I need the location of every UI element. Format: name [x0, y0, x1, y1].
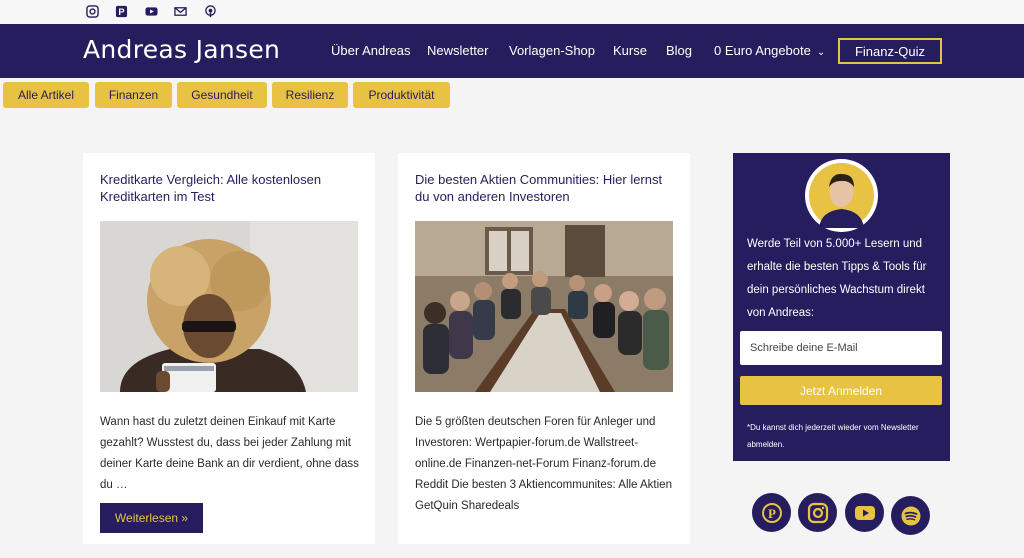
- subscribe-button[interactable]: Jetzt Anmelden: [740, 376, 942, 405]
- email-field[interactable]: Schreibe deine E-Mail: [740, 331, 942, 365]
- pinterest-icon[interactable]: P: [114, 4, 128, 18]
- instagram-icon[interactable]: [798, 493, 837, 532]
- youtube-icon[interactable]: [845, 493, 884, 532]
- spotify-icon[interactable]: [891, 496, 930, 535]
- podcast-icon[interactable]: [203, 4, 217, 18]
- site-header: Andreas Jansen Über Andreas Newsletter V…: [0, 24, 1024, 78]
- post-image[interactable]: [100, 221, 358, 392]
- finanz-quiz-button[interactable]: Finanz-Quiz: [838, 38, 942, 64]
- post-title[interactable]: Kreditkarte Vergleich: Alle kostenlosen …: [100, 171, 362, 205]
- newsletter-widget: Werde Teil von 5.000+ Lesern und erhalte…: [733, 153, 950, 461]
- newsletter-pitch: Werde Teil von 5.000+ Lesern und erhalte…: [747, 238, 927, 319]
- chevron-down-icon: ⌄: [816, 47, 826, 58]
- instagram-icon[interactable]: [85, 4, 99, 18]
- post-card: Kreditkarte Vergleich: Alle kostenlosen …: [83, 153, 375, 544]
- category-resilience-button[interactable]: Resilienz: [272, 82, 348, 108]
- nav-item-newsletter[interactable]: Newsletter: [427, 43, 488, 58]
- nav-item-offers[interactable]: 0 Euro Angebote ⌄: [714, 43, 825, 58]
- category-productivity-button[interactable]: Produktivität: [353, 82, 450, 108]
- post-excerpt: Die 5 größten deutschen Foren für Anlege…: [415, 416, 672, 512]
- nav-item-shop[interactable]: Vorlagen-Shop: [509, 43, 595, 58]
- category-finance-button[interactable]: Finanzen: [95, 82, 172, 108]
- category-all-button[interactable]: Alle Artikel: [3, 82, 89, 108]
- read-more-button[interactable]: Weiterlesen »: [100, 503, 203, 533]
- youtube-icon[interactable]: [144, 4, 158, 18]
- author-avatar: [805, 159, 878, 232]
- nav-item-about[interactable]: Über Andreas: [331, 43, 411, 58]
- post-title[interactable]: Die besten Aktien Communities: Hier lern…: [415, 171, 677, 205]
- category-health-button[interactable]: Gesundheit: [177, 82, 267, 108]
- nav-item-blog[interactable]: Blog: [666, 43, 692, 58]
- pinterest-icon[interactable]: P: [752, 493, 791, 532]
- site-logo[interactable]: Andreas Jansen: [83, 35, 280, 64]
- post-excerpt: Wann hast du zuletzt deinen Einkauf mit …: [100, 416, 359, 491]
- unsubscribe-note: *Du kannst dich jederzeit wieder vom New…: [747, 423, 919, 449]
- post-image[interactable]: [415, 221, 673, 392]
- top-social-bar: P: [0, 0, 1024, 24]
- svg-text:P: P: [118, 7, 124, 17]
- post-card: Die besten Aktien Communities: Hier lern…: [398, 153, 690, 544]
- nav-item-courses[interactable]: Kurse: [613, 43, 647, 58]
- mail-icon[interactable]: [173, 4, 187, 18]
- svg-text:P: P: [768, 506, 776, 521]
- nav-item-offers-label: 0 Euro Angebote: [714, 43, 811, 58]
